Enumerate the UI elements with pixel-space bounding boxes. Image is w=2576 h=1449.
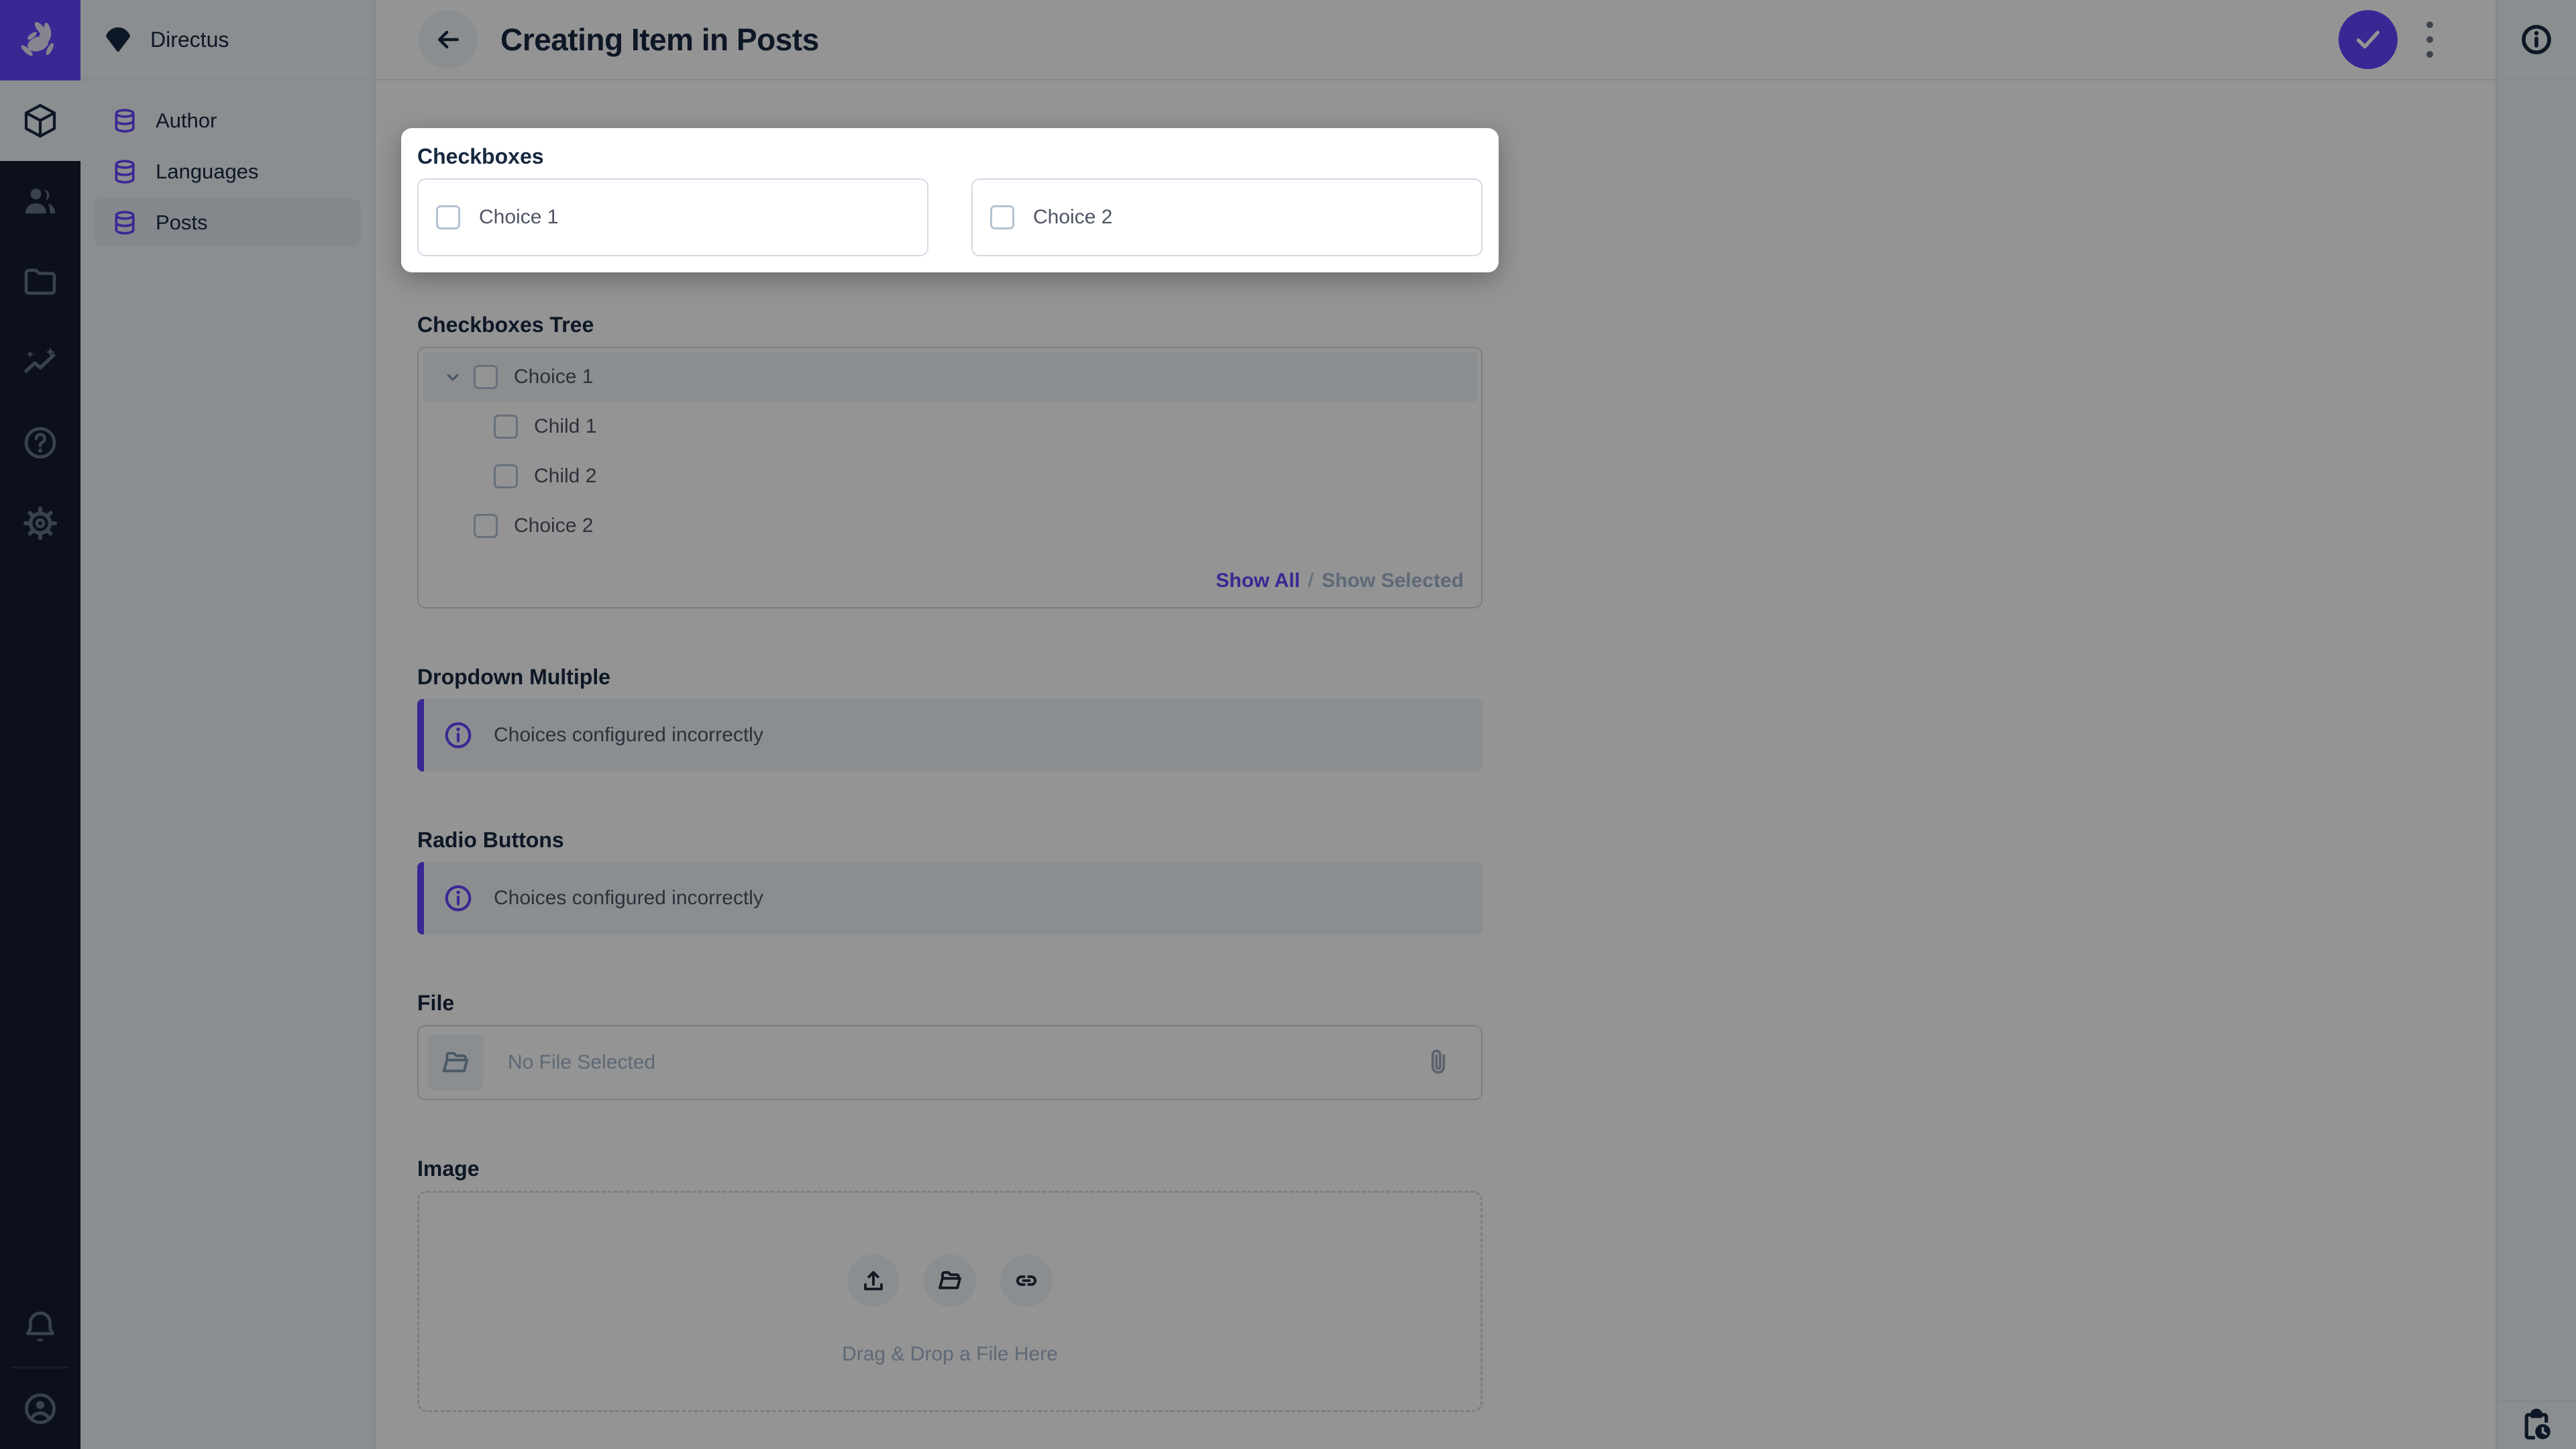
checkbox-choice-2[interactable]: Choice 2	[971, 178, 1483, 256]
choice-label: Choice 2	[1033, 206, 1112, 229]
field-label: Checkboxes	[417, 144, 1483, 169]
field-checkboxes: Checkboxes Choice 1 Choice 2	[401, 128, 1499, 272]
checkbox-group: Choice 1 Choice 2	[417, 178, 1483, 256]
checkbox-choice-1[interactable]: Choice 1	[417, 178, 928, 256]
choice-label: Choice 1	[479, 206, 558, 229]
checkbox-icon[interactable]	[436, 205, 460, 229]
checkbox-icon[interactable]	[990, 205, 1014, 229]
